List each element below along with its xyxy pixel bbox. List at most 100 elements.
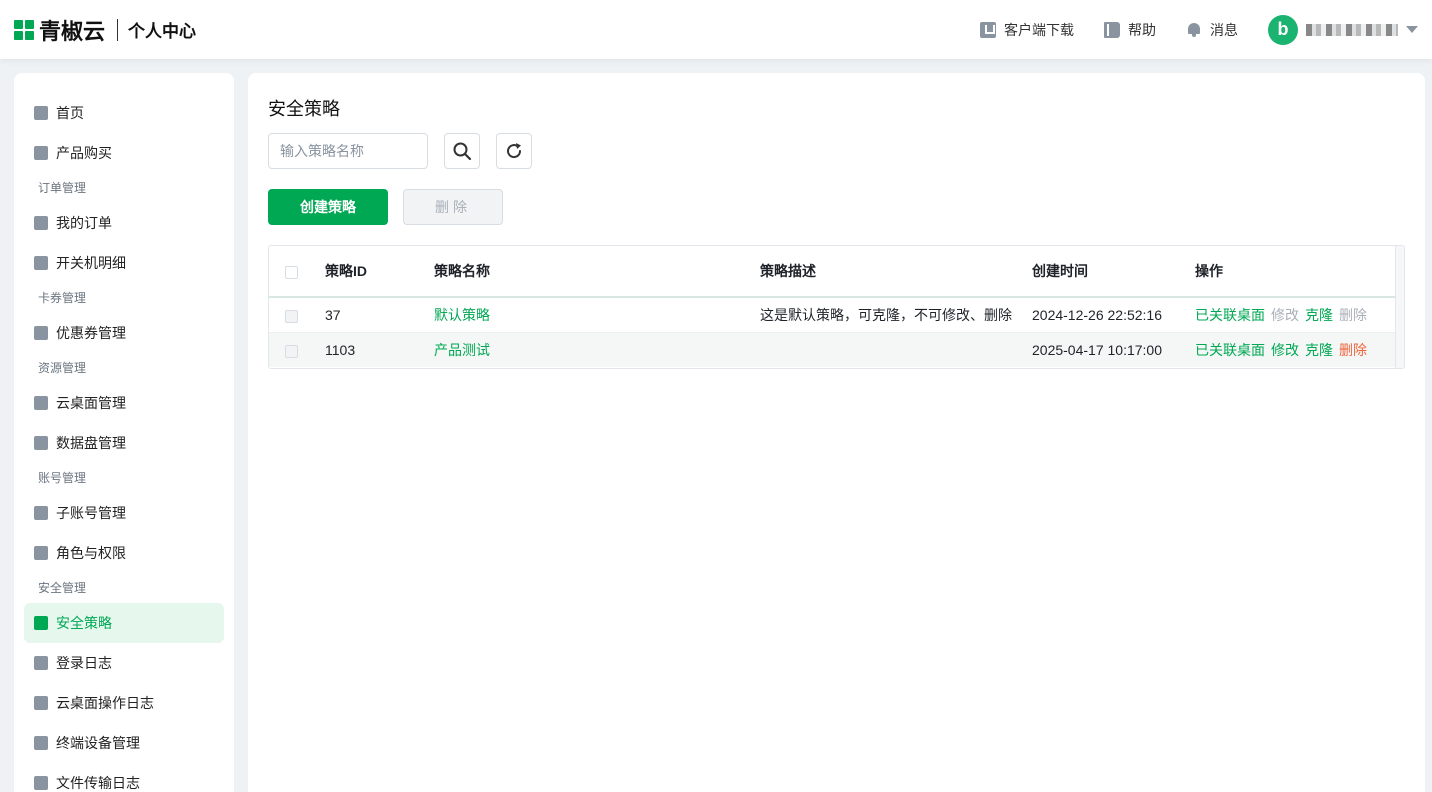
create-policy-button[interactable]: 创建策略 [268, 189, 388, 225]
delete-link[interactable]: 删除 [1339, 342, 1367, 358]
sidebar-group-security: 安全管理 [38, 581, 87, 595]
sidebar-item-disks[interactable]: 数据盘管理 [24, 423, 224, 463]
sidebar-item-label: 文件传输日志 [56, 775, 140, 791]
clone-link[interactable]: 克隆 [1305, 307, 1333, 323]
brand-name: 青椒云 [39, 18, 106, 44]
client-download-link[interactable]: 客户端下载 [980, 20, 1074, 40]
top-header: 青椒云 个人中心 客户端下载 帮助 消息 b [0, 0, 1432, 59]
sidebar-item-file-log[interactable]: 文件传输日志 [24, 763, 224, 792]
avatar: b [1268, 14, 1298, 45]
table-row: 1103 产品测试 2025-04-17 10:17:00 已关联桌面 修改 克隆删… [269, 332, 1397, 367]
document-icon [34, 656, 48, 670]
select-all-checkbox[interactable] [285, 265, 298, 279]
row-checkbox[interactable] [285, 344, 298, 358]
linked-desktops-link[interactable]: 已关联桌面 [1195, 342, 1265, 358]
policy-table: 策略ID 策略名称 策略描述 创建时间 操作 37 默认策略 这是默认策略，可克… [268, 245, 1405, 369]
sidebar-item-label: 角色与权限 [56, 545, 126, 561]
column-header-time: 创建时间 [1032, 246, 1195, 298]
sidebar-item-power-log[interactable]: 开关机明细 [24, 243, 224, 283]
sidebar-group-orders: 订单管理 [38, 181, 87, 195]
monitor-icon [34, 396, 48, 410]
cell-time: 2025-04-17 10:17:00 [1032, 332, 1195, 367]
username-redacted [1306, 23, 1398, 36]
sidebar-item-devices[interactable]: 终端设备管理 [24, 723, 224, 763]
book-icon [1104, 21, 1120, 38]
help-link[interactable]: 帮助 [1104, 20, 1156, 40]
policy-name-link[interactable]: 默认策略 [434, 307, 490, 323]
sidebar-item-label: 终端设备管理 [56, 735, 140, 751]
row-select-cell [269, 297, 325, 333]
column-header-name: 策略名称 [434, 246, 760, 298]
sidebar-item-desktop-log[interactable]: 云桌面操作日志 [24, 683, 224, 723]
column-header-id: 策略ID [325, 246, 434, 298]
list-icon [34, 256, 48, 270]
edit-link[interactable]: 修改 [1271, 342, 1299, 358]
sidebar-item-desktops[interactable]: 云桌面管理 [24, 383, 224, 423]
sidebar-item-login-log[interactable]: 登录日志 [24, 643, 224, 683]
sidebar-item-label: 优惠券管理 [56, 325, 126, 341]
messages-link[interactable]: 消息 [1186, 20, 1238, 40]
sidebar-group-resources: 资源管理 [38, 361, 87, 375]
cell-ops: 已关联桌面 修改 克隆 删除 [1195, 297, 1397, 333]
file-transfer-icon [34, 776, 48, 790]
delete-button[interactable]: 删除 [403, 189, 503, 225]
sidebar-group-cards: 卡券管理 [38, 291, 87, 305]
sidebar-item-my-orders[interactable]: 我的订单 [24, 203, 224, 243]
user-menu[interactable]: b [1268, 14, 1418, 45]
cell-id: 1103 [325, 332, 434, 367]
clone-link[interactable]: 克隆 [1305, 342, 1333, 358]
select-all-cell [269, 246, 325, 298]
sidebar-item-label: 子账号管理 [56, 505, 126, 521]
cell-desc [760, 332, 1032, 367]
layers-icon [34, 616, 48, 630]
header-subtitle: 个人中心 [128, 22, 197, 41]
sidebar-item-label: 登录日志 [56, 655, 112, 671]
main-panel: 安全策略 创建策略 删除 策略ID 策略名称 策略描述 创建时间 操作 [248, 73, 1425, 792]
help-label: 帮助 [1128, 21, 1156, 38]
row-select-cell [269, 332, 325, 367]
delete-link[interactable]: 删除 [1339, 307, 1367, 323]
messages-label: 消息 [1210, 21, 1238, 38]
cell-name: 产品测试 [434, 332, 760, 367]
sidebar-item-label: 我的订单 [56, 215, 112, 231]
clipboard-icon [34, 216, 48, 230]
sidebar-item-label: 云桌面操作日志 [56, 695, 154, 711]
chevron-down-icon[interactable] [1406, 26, 1418, 33]
edit-link[interactable]: 修改 [1271, 307, 1299, 323]
table-row: 37 默认策略 这是默认策略，可克隆，不可修改、删除 2024-12-26 22… [269, 297, 1397, 333]
search-icon [453, 142, 472, 161]
table-scrollbar[interactable] [1395, 246, 1404, 368]
cell-desc: 这是默认策略，可克隆，不可修改、删除 [760, 297, 1032, 333]
row-checkbox[interactable] [285, 309, 298, 323]
column-header-desc: 策略描述 [760, 246, 1032, 298]
search-input[interactable] [268, 133, 428, 169]
sidebar-item-policy[interactable]: 安全策略 [24, 603, 224, 643]
sidebar-item-label: 云桌面管理 [56, 395, 126, 411]
sidebar-item-subaccounts[interactable]: 子账号管理 [24, 493, 224, 533]
linked-desktops-link[interactable]: 已关联桌面 [1195, 307, 1265, 323]
refresh-icon [507, 143, 522, 159]
sidebar-item-label: 数据盘管理 [56, 435, 126, 451]
sidebar-item-label: 首页 [56, 105, 84, 121]
cell-id: 37 [325, 297, 434, 333]
sidebar-group-accounts: 账号管理 [38, 471, 87, 485]
sidebar-item-label: 产品购买 [56, 145, 112, 161]
sidebar: 首页 产品购买 订单管理 我的订单 开关机明细 卡券管理 优惠券管理 资源管理 … [14, 73, 234, 792]
disk-icon [34, 436, 48, 450]
policy-name-link[interactable]: 产品测试 [434, 342, 490, 358]
column-header-ops: 操作 [1195, 246, 1397, 298]
cell-name: 默认策略 [434, 297, 760, 333]
sidebar-item-label: 安全策略 [56, 615, 112, 631]
cell-time: 2024-12-26 22:52:16 [1032, 297, 1195, 333]
sidebar-item-home[interactable]: 首页 [24, 93, 224, 133]
sidebar-item-coupons[interactable]: 优惠券管理 [24, 313, 224, 353]
ticket-icon [34, 326, 48, 340]
devices-icon [34, 736, 48, 750]
brand-logo[interactable]: 青椒云 个人中心 [14, 14, 196, 46]
sidebar-item-label: 开关机明细 [56, 255, 126, 271]
sidebar-item-roles[interactable]: 角色与权限 [24, 533, 224, 573]
search-button[interactable] [444, 133, 480, 169]
shopping-bag-icon [34, 146, 48, 160]
refresh-button[interactable] [496, 133, 532, 169]
sidebar-item-purchase[interactable]: 产品购买 [24, 133, 224, 173]
